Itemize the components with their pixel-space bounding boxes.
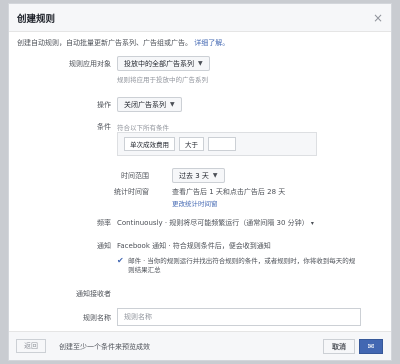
scope-control: 投放中的全部广告系列 ▼ 规则将应用于投放中的广告系列	[117, 56, 210, 84]
attribution-control: 查看广告后 1 天和点击广告后 28 天 更改统计时间窗	[172, 187, 285, 208]
intro-description: 创建自动规则，自动批量更新广告系列、广告组或广告。	[17, 39, 192, 47]
frequency-text[interactable]: Continuously · 规则将尽可能频繁运行（通常间隔 30 分钟）	[117, 219, 309, 227]
chevron-down-icon: ▼	[198, 60, 203, 67]
intro-text: 创建自动规则，自动批量更新广告系列、广告组或广告。 详细了解。	[9, 32, 391, 48]
dialog-header: 创建规则 ×	[9, 4, 391, 32]
action-label: 操作	[97, 101, 111, 109]
back-button[interactable]: 返回	[16, 339, 46, 353]
create-button[interactable]: ✉	[359, 339, 383, 354]
learn-more-link[interactable]: 详细了解。	[194, 39, 229, 47]
footer-note: 创建至少一个条件来预览成效	[59, 343, 150, 351]
cancel-button[interactable]: 取消	[323, 339, 355, 354]
conditions-hint: 符合以下所有条件	[117, 124, 169, 132]
scope-label: 规则应用对象	[69, 60, 111, 68]
scope-hint: 规则将应用于投放中的广告系列	[117, 76, 208, 84]
condition-value-input[interactable]	[208, 137, 236, 151]
email-option-text: 邮件 · 当你的规则运行并找出符合规则的条件，或者规则时，你将收到每天的规则结果…	[128, 257, 356, 274]
conditions-control: 符合以下所有条件 单次成效费用 大于	[117, 122, 317, 156]
subscriber-label: 通知接收者	[76, 290, 111, 298]
chevron-down-icon: ▼	[212, 172, 218, 179]
frequency-control: Continuously · 规则将尽可能频繁运行（通常间隔 30 分钟） ▾	[117, 218, 314, 228]
time-range-control: 过去 3 天 ▼	[172, 168, 225, 183]
chevron-down-icon: ▾	[310, 220, 314, 227]
email-option[interactable]: ✔ 邮件 · 当你的规则运行并找出符合规则的条件，或者规则时，你将收到每天的规则…	[117, 257, 359, 275]
change-attribution-link[interactable]: 更改统计时间窗	[172, 198, 285, 208]
scope-dropdown[interactable]: 投放中的全部广告系列 ▼	[117, 56, 210, 71]
condition-operator[interactable]: 大于	[179, 137, 204, 151]
time-range-dropdown[interactable]: 过去 3 天 ▼	[172, 168, 225, 183]
dialog-title: 创建规则	[17, 13, 56, 25]
create-rule-dialog: 创建规则 × 创建自动规则，自动批量更新广告系列、广告组或广告。 详细了解。 规…	[8, 3, 392, 361]
scope-value: 投放中的全部广告系列	[124, 59, 194, 68]
checkmark-icon: ✔	[117, 256, 124, 265]
frequency-label: 频率	[97, 219, 111, 227]
time-range-label: 时间范围	[121, 172, 149, 180]
action-value: 关闭广告系列	[124, 100, 166, 109]
notify-control: Facebook 通知 · 符合规则条件后，便会收到通知 ✔ 邮件 · 当你的规…	[117, 241, 359, 275]
attribution-text: 查看广告后 1 天和点击广告后 28 天	[172, 188, 286, 196]
condition-box: 单次成效费用 大于	[117, 132, 317, 156]
notify-label: 通知	[97, 242, 111, 250]
action-control: 关闭广告系列 ▼	[117, 97, 182, 112]
attribution-label: 统计时间窗	[114, 188, 149, 196]
condition-line: 单次成效费用 大于	[124, 137, 310, 151]
dialog-footer: 返回 创建至少一个条件来预览成效 取消 ✉	[9, 331, 391, 360]
time-range-value: 过去 3 天	[179, 171, 209, 180]
mail-icon: ✉	[367, 342, 375, 351]
condition-metric[interactable]: 单次成效费用	[124, 137, 175, 151]
close-icon[interactable]: ×	[373, 11, 383, 25]
rule-name-input[interactable]: 规则名称	[117, 308, 361, 326]
conditions-label: 条件	[97, 123, 111, 131]
chevron-down-icon: ▼	[170, 101, 175, 108]
rule-name-label: 规则名称	[83, 314, 111, 322]
action-dropdown[interactable]: 关闭广告系列 ▼	[117, 97, 182, 112]
facebook-notification-text: Facebook 通知 · 符合规则条件后，便会收到通知	[117, 242, 271, 250]
